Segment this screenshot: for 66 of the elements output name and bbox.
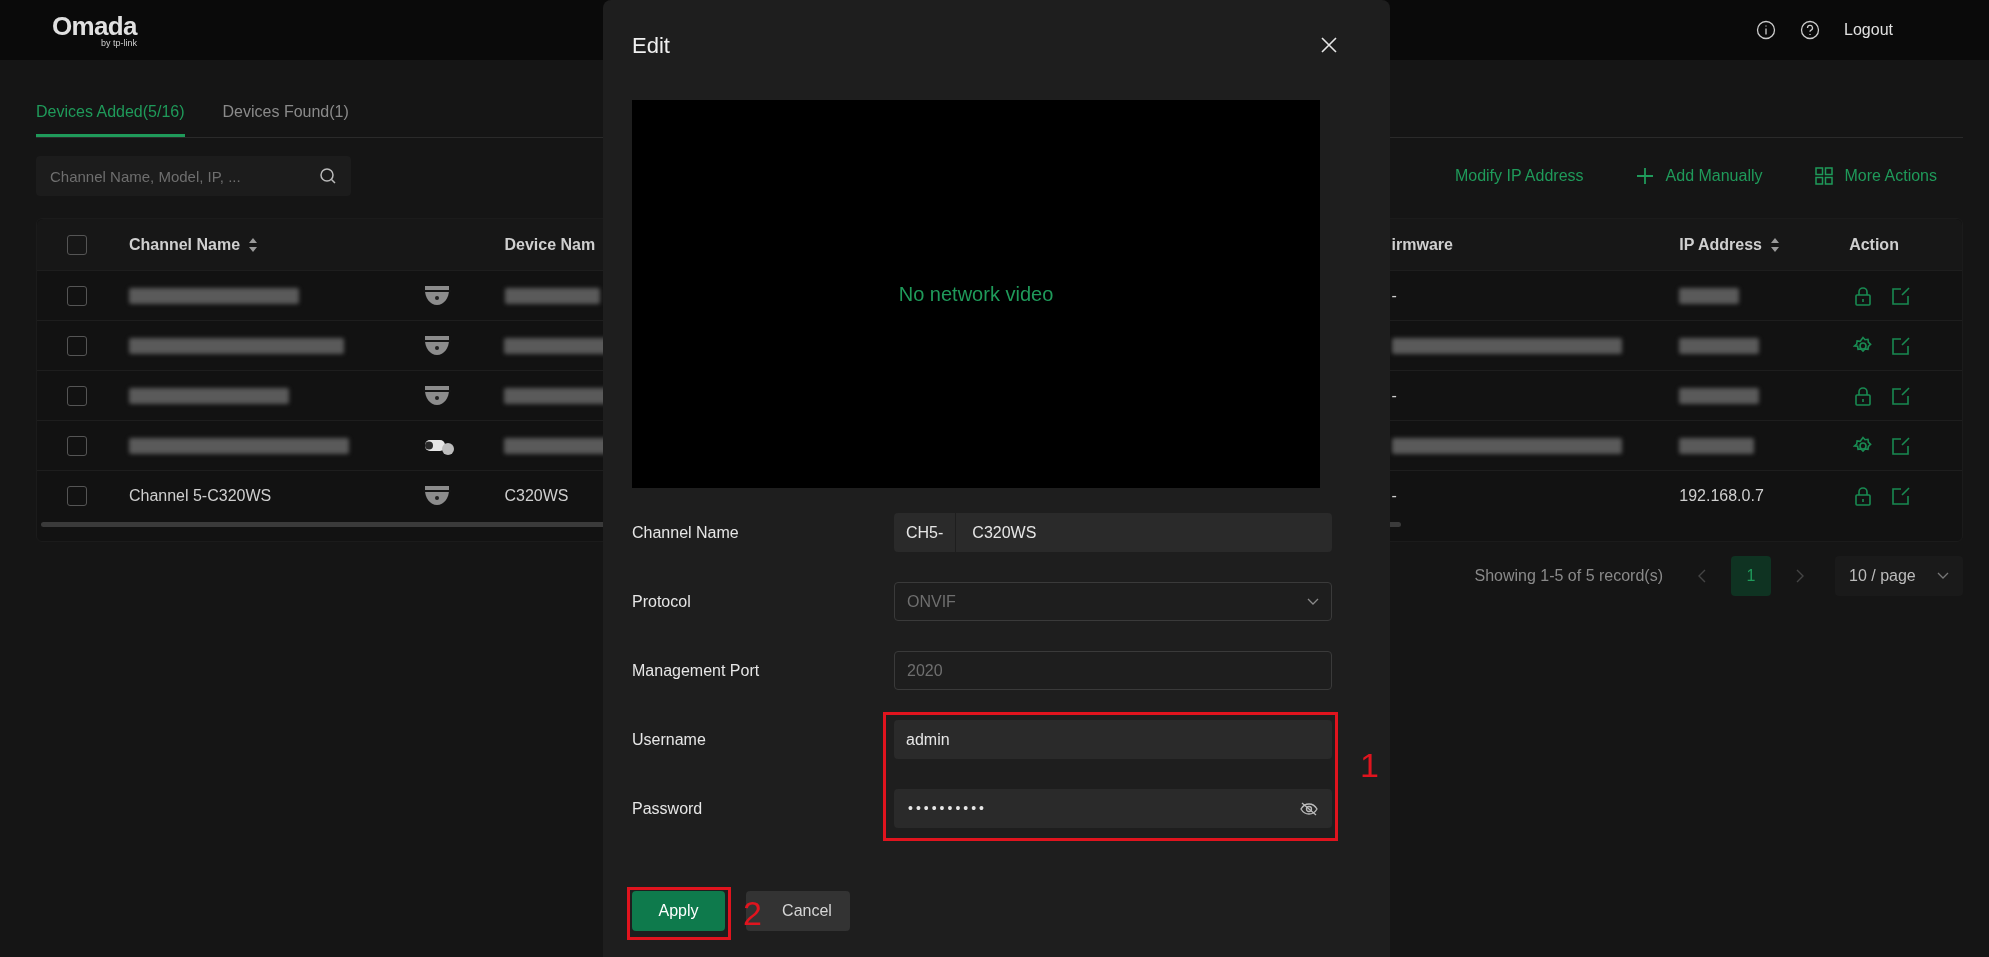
search-field[interactable]: Channel Name, Model, IP, ... <box>36 156 351 196</box>
chevron-down-icon <box>1307 597 1319 606</box>
pixelated-text <box>1679 287 1740 304</box>
checkbox[interactable] <box>66 285 87 306</box>
info-icon[interactable] <box>1756 20 1777 40</box>
toolbar-button[interactable]: Add Manually <box>1665 164 1763 188</box>
lock-icon[interactable] <box>1853 385 1874 406</box>
page-size-select[interactable]: 10 / page <box>1835 556 1963 596</box>
checkbox[interactable] <box>66 435 87 456</box>
edit-icon[interactable] <box>1891 335 1912 356</box>
input-field[interactable]: admin <box>894 720 1332 759</box>
column-header: IP Address <box>1679 234 1762 255</box>
tab[interactable]: Devices Found(1) <box>222 100 349 137</box>
apply-button[interactable]: Apply <box>632 891 725 931</box>
password-field[interactable]: •••••••••• <box>894 789 1332 828</box>
table-cell: - <box>1391 486 1397 504</box>
table-cell: Channel 5-C320WS <box>128 486 272 504</box>
table-cell: - <box>1391 386 1397 404</box>
field-label: Management Port <box>632 660 761 681</box>
column-header: Device Nam <box>504 234 596 255</box>
field-label: Password <box>632 798 704 819</box>
logout-link[interactable]: Logout <box>1844 18 1893 42</box>
sort-icon[interactable] <box>248 236 259 253</box>
checkbox[interactable] <box>66 485 87 506</box>
edit-icon[interactable] <box>1891 285 1912 306</box>
grid-icon[interactable] <box>1814 167 1833 185</box>
table-cell: 192.168.0.7 <box>1679 486 1764 504</box>
search-icon[interactable] <box>319 167 337 185</box>
password-dots: •••••••••• <box>908 799 988 818</box>
field-label: Protocol <box>632 591 692 612</box>
field-label: Username <box>632 729 707 750</box>
column-header: irmware <box>1391 234 1453 255</box>
edit-icon[interactable] <box>1891 435 1912 456</box>
sort-icon[interactable] <box>1770 236 1780 253</box>
edit-icon[interactable] <box>1891 385 1912 406</box>
tab[interactable]: Devices Added(5/16) <box>36 100 185 137</box>
logo: Omada <box>52 12 137 39</box>
checkbox[interactable] <box>66 335 87 356</box>
checkbox[interactable] <box>66 234 87 255</box>
eye-off-icon[interactable] <box>1300 801 1318 816</box>
input-field[interactable]: CH5- C320WS <box>894 513 1332 552</box>
chevron-down-icon <box>1937 572 1949 580</box>
annotation-number: 1 <box>1360 748 1379 782</box>
records-summary: Showing 1-5 of 5 record(s) <box>1474 566 1663 586</box>
logo-subtitle: by tp-link <box>100 38 137 48</box>
plus-icon[interactable] <box>1635 167 1654 185</box>
lock-icon[interactable] <box>1853 285 1874 306</box>
edit-icon[interactable] <box>1891 485 1912 506</box>
column-header: Channel Name <box>128 234 241 255</box>
select-value: ONVIF <box>907 591 957 612</box>
lock-icon[interactable] <box>1853 485 1874 506</box>
input-prefix: CH5- <box>894 513 957 552</box>
table-cell: C320WS <box>504 486 569 504</box>
annotation-number: 2 <box>743 896 762 930</box>
video-message: No network video <box>898 282 1054 307</box>
table-cell: - <box>1391 286 1397 304</box>
page-button[interactable]: 1 <box>1731 556 1771 596</box>
column-header: Action <box>1849 234 1899 255</box>
toolbar-button[interactable]: Modify IP Address <box>1454 164 1584 188</box>
close-icon[interactable] <box>1321 37 1337 53</box>
toolbar-button[interactable]: More Actions <box>1844 164 1937 188</box>
field-label: Channel Name <box>632 522 740 543</box>
dialog-title: Edit <box>632 31 670 60</box>
checkbox[interactable] <box>66 385 87 406</box>
input-value: C320WS <box>971 522 1038 543</box>
help-icon[interactable] <box>1800 20 1821 40</box>
